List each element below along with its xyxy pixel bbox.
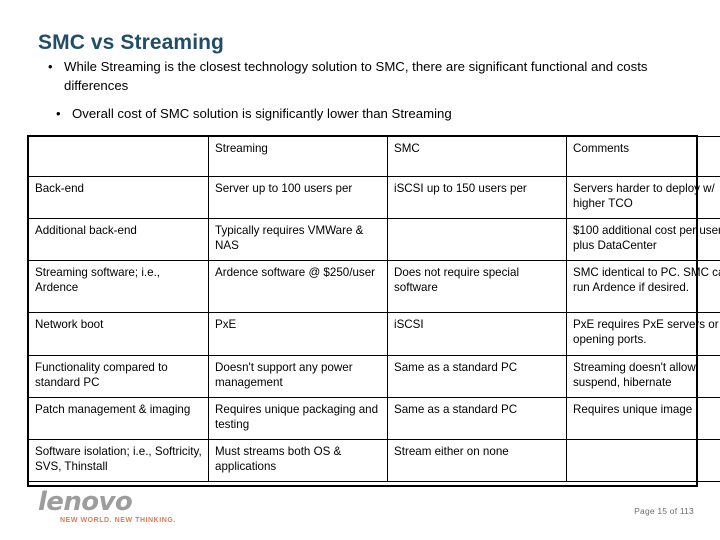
row-label: Streaming software; i.e., Ardence bbox=[28, 260, 209, 313]
cell-comments: Servers harder to deploy w/ higher TCO bbox=[566, 176, 720, 219]
row-label: Additional back-end bbox=[28, 218, 209, 261]
bullet-text: While Streaming is the closest technolog… bbox=[64, 59, 648, 93]
cell-smc: Stream either on none bbox=[387, 439, 567, 482]
column-header-blank bbox=[28, 136, 209, 177]
lenovo-tagline: NEW WORLD. NEW THINKING. bbox=[60, 517, 176, 524]
table-row: Back-end Server up to 100 users per iSCS… bbox=[28, 176, 720, 219]
cell-streaming: Typically requires VMWare & NAS bbox=[208, 218, 388, 261]
cell-smc: Does not require special software bbox=[387, 260, 567, 313]
list-item: • Overall cost of SMC solution is signif… bbox=[56, 104, 680, 123]
column-header-comments: Comments bbox=[566, 136, 720, 177]
cell-smc: iSCSI up to 150 users per bbox=[387, 176, 567, 219]
page-number: Page 15 of 113 bbox=[634, 506, 694, 516]
cell-comments: Streaming doesn't allow suspend, hiberna… bbox=[566, 355, 720, 398]
cell-streaming: Ardence software @ $250/user bbox=[208, 260, 388, 313]
cell-streaming: Must streams both OS & applications bbox=[208, 439, 388, 482]
table-row: Functionality compared to standard PC Do… bbox=[28, 355, 720, 398]
row-label: Back-end bbox=[28, 176, 209, 219]
lenovo-wordmark: lenovo bbox=[38, 487, 133, 517]
column-header-streaming: Streaming bbox=[208, 136, 388, 177]
bullet-text: Overall cost of SMC solution is signific… bbox=[72, 106, 452, 121]
row-label: Network boot bbox=[28, 312, 209, 356]
table-row: Streaming software; i.e., Ardence Ardenc… bbox=[28, 260, 720, 313]
comparison-table: Streaming SMC Comments Back-end Server u… bbox=[28, 136, 720, 482]
cell-streaming: Doesn't support any power management bbox=[208, 355, 388, 398]
cell-comments: Requires unique image bbox=[566, 397, 720, 440]
page-title: SMC vs Streaming bbox=[38, 31, 224, 55]
column-header-smc: SMC bbox=[387, 136, 567, 177]
cell-comments bbox=[566, 439, 720, 482]
row-label: Software isolation; i.e., Softricity, SV… bbox=[28, 439, 209, 482]
bullet-list: • While Streaming is the closest technol… bbox=[40, 57, 680, 132]
cell-comments: SMC identical to PC. SMC can run Ardence… bbox=[566, 260, 720, 313]
slide-canvas: SMC vs Streaming • While Streaming is th… bbox=[0, 0, 720, 540]
cell-smc: iSCSI bbox=[387, 312, 567, 356]
lenovo-logo: lenovo NEW WORLD. NEW THINKING. bbox=[38, 489, 298, 529]
cell-smc: Same as a standard PC bbox=[387, 355, 567, 398]
cell-comments: $100 additional cost per user plus DataC… bbox=[566, 218, 720, 261]
cell-smc bbox=[387, 218, 567, 261]
bullet-marker-icon: • bbox=[56, 106, 61, 121]
cell-streaming: PxE bbox=[208, 312, 388, 356]
bullet-marker-icon: • bbox=[48, 59, 53, 74]
cell-comments: PxE requires PxE servers or opening port… bbox=[566, 312, 720, 356]
row-label: Patch management & imaging bbox=[28, 397, 209, 440]
table-row: Additional back-end Typically requires V… bbox=[28, 218, 720, 261]
table-row: Network boot PxE iSCSI PxE requires PxE … bbox=[28, 312, 720, 356]
row-label: Functionality compared to standard PC bbox=[28, 355, 209, 398]
table-row: Software isolation; i.e., Softricity, SV… bbox=[28, 439, 720, 482]
cell-smc: Same as a standard PC bbox=[387, 397, 567, 440]
list-item: • While Streaming is the closest technol… bbox=[48, 57, 648, 95]
cell-streaming: Requires unique packaging and testing bbox=[208, 397, 388, 440]
table-header-row: Streaming SMC Comments bbox=[28, 136, 720, 177]
table-row: Patch management & imaging Requires uniq… bbox=[28, 397, 720, 440]
cell-streaming: Server up to 100 users per bbox=[208, 176, 388, 219]
